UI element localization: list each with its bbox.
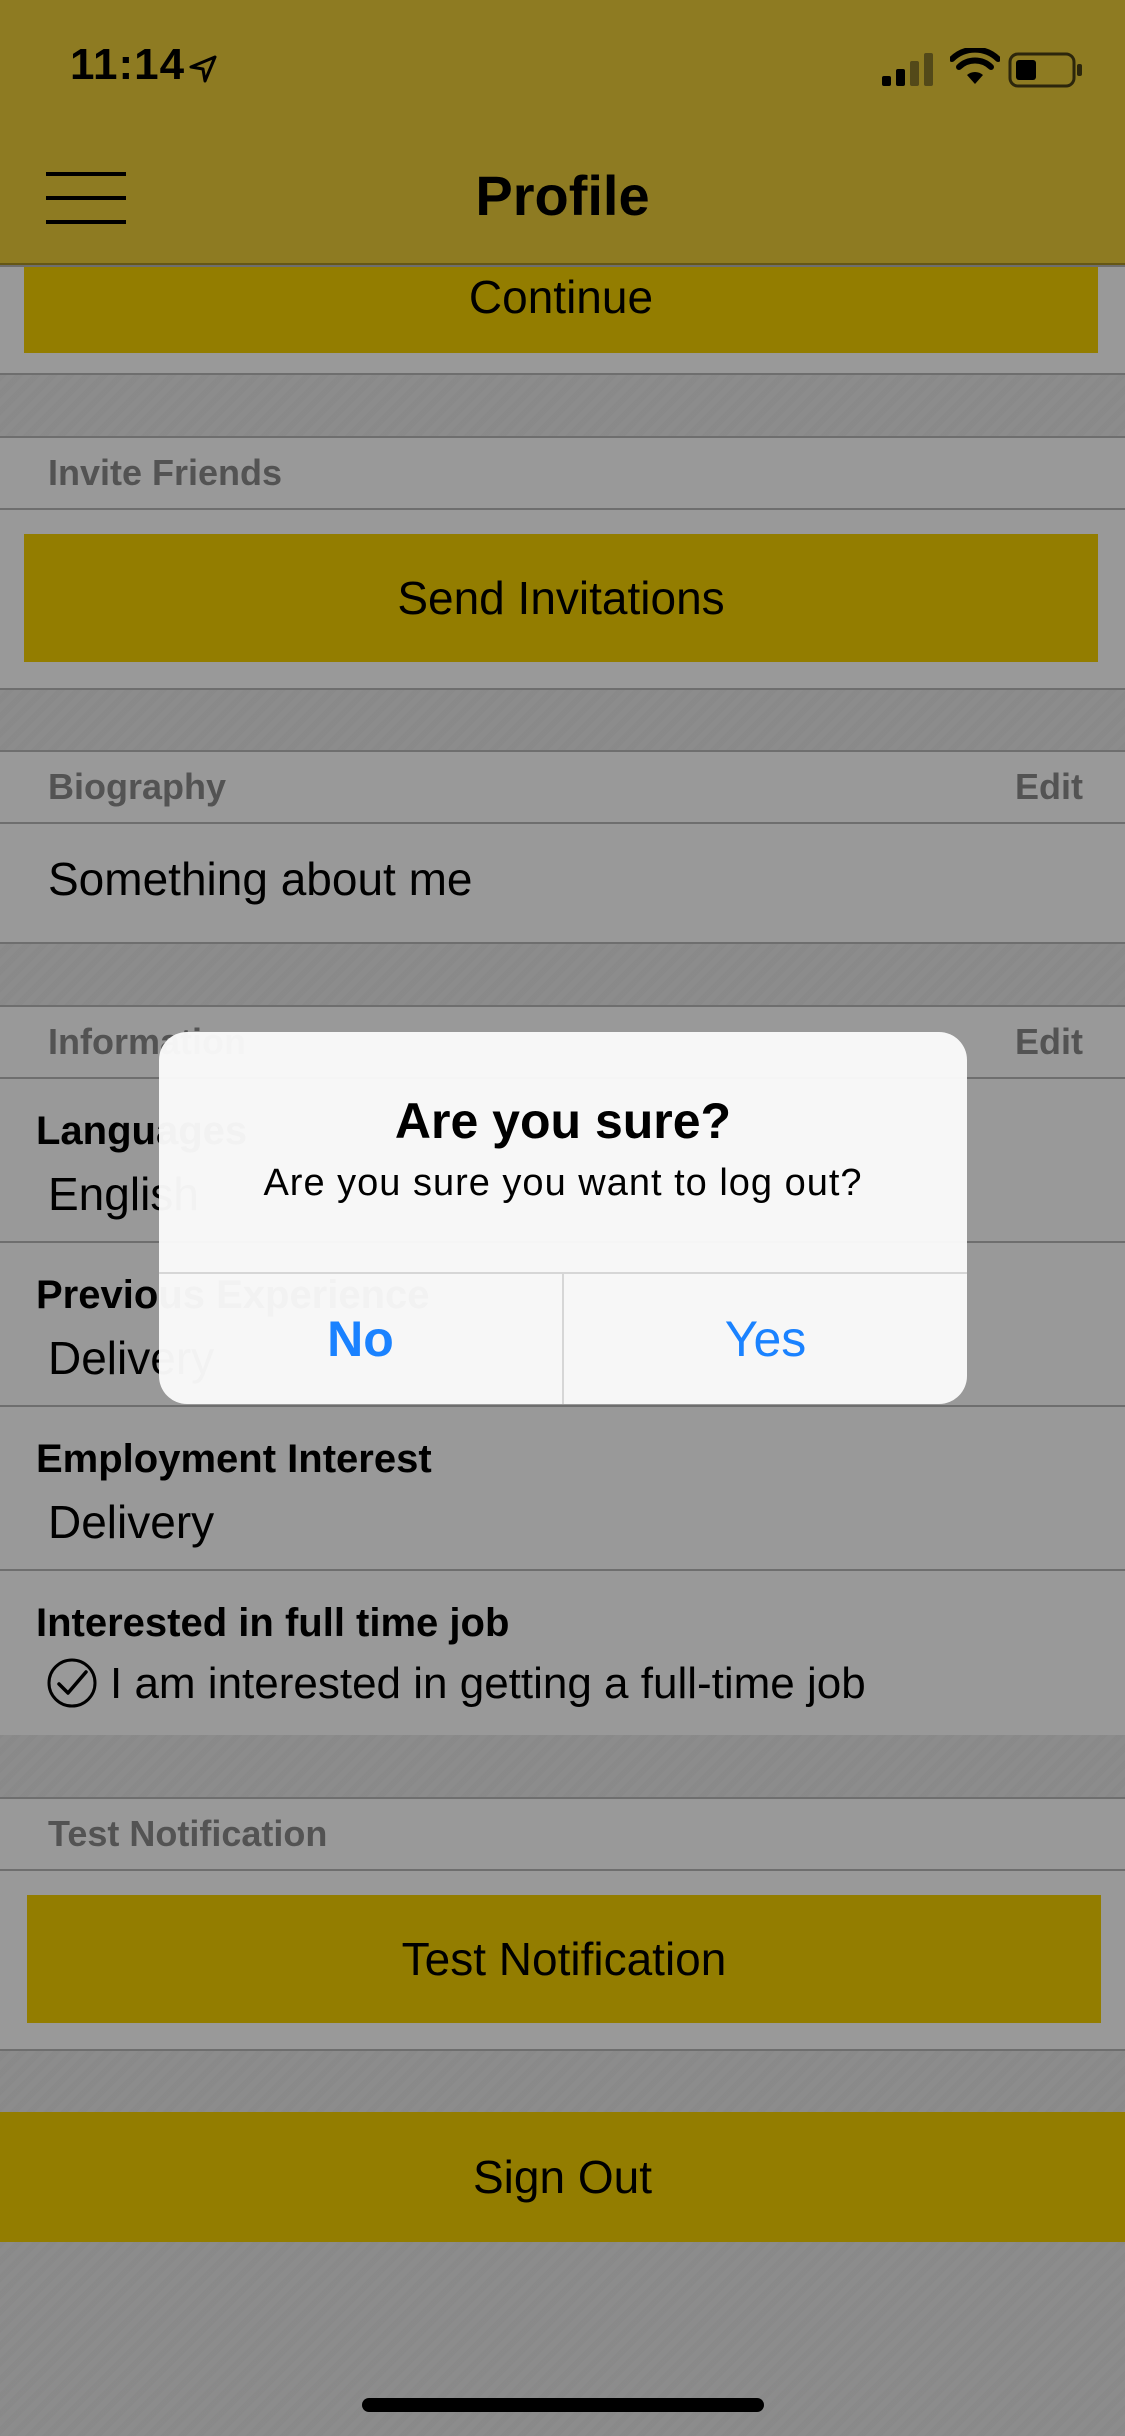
home-indicator[interactable] xyxy=(362,2398,764,2412)
dialog-message: Are you sure you want to log out? xyxy=(263,1162,863,1204)
dialog-no-button[interactable]: No xyxy=(159,1274,562,1404)
dialog-yes-button[interactable]: Yes xyxy=(564,1274,967,1404)
dialog-title: Are you sure? xyxy=(394,1093,732,1149)
logout-confirm-dialog: Are you sure? Are you sure you want to l… xyxy=(159,1032,967,1404)
